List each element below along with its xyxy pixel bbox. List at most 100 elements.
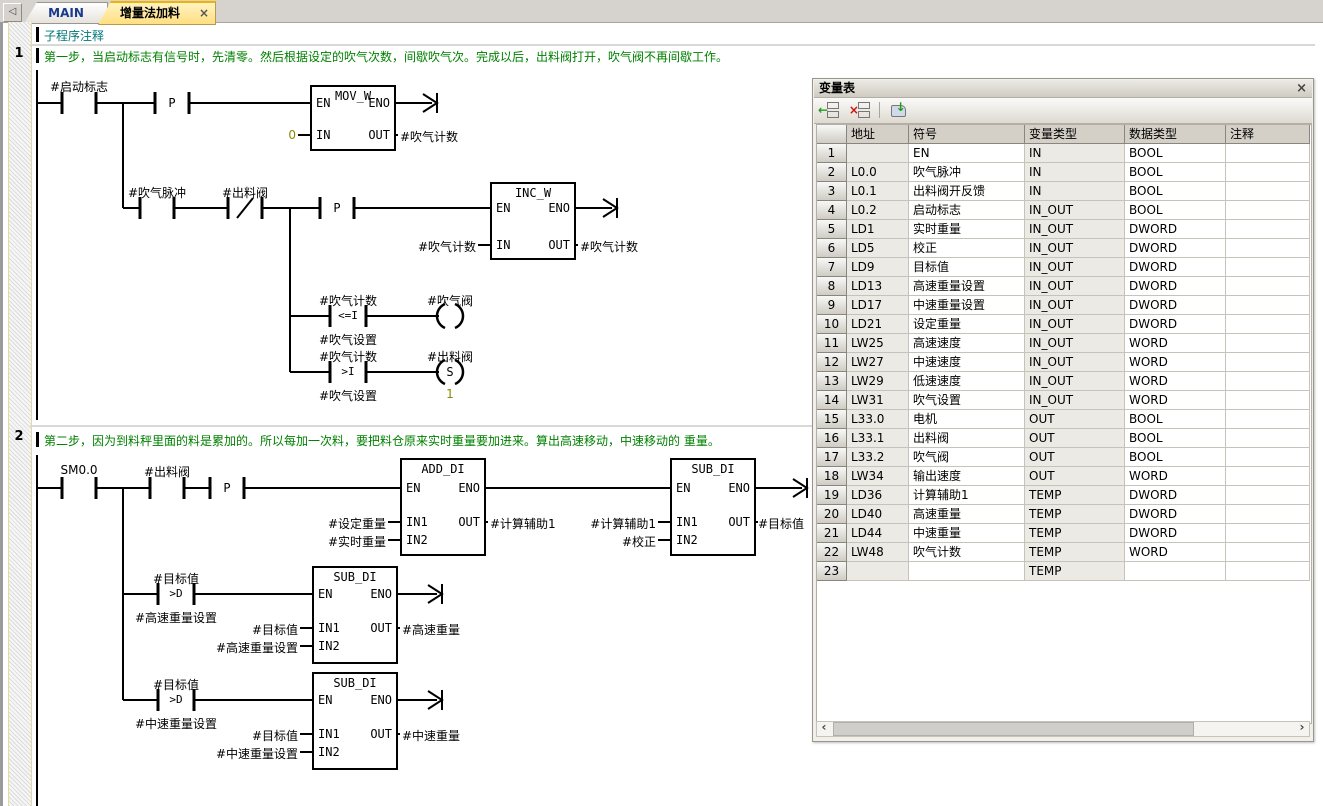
vartable-cell[interactable]: LW34 — [847, 467, 909, 486]
vartable-cell[interactable] — [1226, 467, 1310, 486]
vartable-cell[interactable]: 中速重量 — [909, 524, 1025, 543]
vartable-cell[interactable]: LW31 — [847, 391, 909, 410]
vartable-cell[interactable] — [1125, 562, 1226, 581]
vartable-cell[interactable]: 高速重量设置 — [909, 277, 1025, 296]
horizontal-scrollbar[interactable]: ‹ › — [816, 721, 1310, 737]
vartable-cell[interactable]: L33.1 — [847, 429, 909, 448]
vartable-cell[interactable]: LW25 — [847, 334, 909, 353]
vartable-cell[interactable]: 低速速度 — [909, 372, 1025, 391]
vartable-cell[interactable]: IN — [1025, 182, 1125, 201]
row-number-cell[interactable]: 13 — [817, 372, 847, 391]
vartable-cell[interactable]: DWORD — [1125, 505, 1226, 524]
vartable-cell[interactable]: DWORD — [1125, 258, 1226, 277]
compare-bottom-operand[interactable]: #吹气设置 — [288, 331, 408, 348]
row-number-cell[interactable]: 1 — [817, 144, 847, 163]
vartable-cell[interactable] — [1226, 410, 1310, 429]
row-number-cell[interactable]: 14 — [817, 391, 847, 410]
vartable-cell[interactable]: WORD — [1125, 467, 1226, 486]
instruction-box-sub1[interactable]: SUB_DI EN ENO IN1 OUT IN2 — [670, 458, 756, 556]
input-operand[interactable]: #目标值 — [188, 727, 298, 744]
input-operand[interactable]: #中速重量设置 — [188, 745, 298, 762]
compare-top-operand[interactable]: #目标值 — [116, 570, 236, 587]
row-number-cell[interactable]: 8 — [817, 277, 847, 296]
compare-bottom-operand[interactable]: #吹气设置 — [288, 387, 408, 404]
vartable-cell[interactable] — [1226, 391, 1310, 410]
vartable-cell[interactable]: LD44 — [847, 524, 909, 543]
vartable-cell[interactable]: IN — [1025, 144, 1125, 163]
vartable-cell[interactable]: LD21 — [847, 315, 909, 334]
variable-table-titlebar[interactable]: 变量表 × — [814, 80, 1312, 98]
apply-table-button[interactable]: ↓ — [889, 101, 911, 119]
vartable-cell[interactable]: OUT — [1025, 448, 1125, 467]
vartable-cell[interactable]: OUT — [1025, 410, 1125, 429]
vartable-cell[interactable]: 设定重量 — [909, 315, 1025, 334]
vartable-cell[interactable]: 中速重量设置 — [909, 296, 1025, 315]
row-number-cell[interactable]: 23 — [817, 562, 847, 581]
vartable-cell[interactable]: BOOL — [1125, 144, 1226, 163]
output-operand[interactable]: #高速重量 — [402, 621, 532, 638]
vartable-cell[interactable]: WORD — [1125, 391, 1226, 410]
vartable-cell[interactable]: IN_OUT — [1025, 334, 1125, 353]
vartable-cell[interactable]: WORD — [1125, 543, 1226, 562]
vartable-cell[interactable] — [1226, 201, 1310, 220]
vartable-cell[interactable] — [1226, 524, 1310, 543]
vartable-column-header[interactable]: 注释 — [1226, 125, 1310, 144]
vartable-cell[interactable]: IN_OUT — [1025, 258, 1125, 277]
input-operand[interactable]: #实时重量 — [276, 533, 386, 550]
vartable-cell[interactable]: TEMP — [1025, 543, 1125, 562]
coil-operand[interactable]: #吹气阀 — [390, 292, 510, 309]
vartable-cell[interactable]: WORD — [1125, 334, 1226, 353]
vartable-cell[interactable] — [847, 562, 909, 581]
vartable-cell[interactable] — [909, 562, 1025, 581]
vartable-cell[interactable]: IN_OUT — [1025, 239, 1125, 258]
vartable-cell[interactable]: IN_OUT — [1025, 220, 1125, 239]
vartable-cell[interactable]: 计算辅助1 — [909, 486, 1025, 505]
vartable-cell[interactable]: L0.1 — [847, 182, 909, 201]
contact-operand[interactable]: #启动标志 — [19, 78, 139, 95]
vartable-cell[interactable] — [1226, 239, 1310, 258]
row-number-cell[interactable]: 10 — [817, 315, 847, 334]
vartable-cell[interactable]: L33.2 — [847, 448, 909, 467]
vartable-cell[interactable] — [1226, 144, 1310, 163]
instruction-box-add[interactable]: ADD_DI EN ENO IN1 OUT IN2 — [400, 458, 486, 556]
vartable-cell[interactable] — [1226, 277, 1310, 296]
row-number-cell[interactable]: 18 — [817, 467, 847, 486]
vartable-cell[interactable] — [1226, 562, 1310, 581]
vartable-cell[interactable] — [1226, 182, 1310, 201]
vartable-cell[interactable] — [1226, 315, 1310, 334]
vartable-column-header[interactable]: 变量类型 — [1025, 125, 1125, 144]
contact-operand[interactable]: #出料阀 — [107, 463, 227, 480]
compare-operator[interactable]: >D — [156, 587, 196, 600]
vartable-column-header[interactable]: 符号 — [909, 125, 1025, 144]
vartable-cell[interactable]: LW29 — [847, 372, 909, 391]
compare-operator[interactable]: >I — [328, 365, 368, 378]
vartable-cell[interactable]: L0.0 — [847, 163, 909, 182]
vartable-cell[interactable] — [1226, 505, 1310, 524]
vartable-cell[interactable]: DWORD — [1125, 220, 1226, 239]
row-number-cell[interactable]: 20 — [817, 505, 847, 524]
vartable-cell[interactable]: 出料阀 — [909, 429, 1025, 448]
coil-operand[interactable]: #出料阀 — [390, 348, 510, 365]
vartable-cell[interactable]: 吹气脉冲 — [909, 163, 1025, 182]
contact-operand[interactable]: #出料阀 — [185, 184, 305, 201]
row-number-cell[interactable]: 2 — [817, 163, 847, 182]
vartable-cell[interactable]: DWORD — [1125, 315, 1226, 334]
constant-operand[interactable]: 0 — [266, 128, 296, 142]
vartable-cell[interactable]: WORD — [1125, 353, 1226, 372]
vartable-cell[interactable] — [1226, 296, 1310, 315]
vartable-cell[interactable]: LW48 — [847, 543, 909, 562]
row-number-cell[interactable]: 22 — [817, 543, 847, 562]
instruction-box-sub2[interactable]: SUB_DI EN ENO IN1 OUT IN2 — [312, 566, 398, 664]
vartable-cell[interactable]: 吹气阀 — [909, 448, 1025, 467]
vartable-cell[interactable]: LD36 — [847, 486, 909, 505]
vartable-cell[interactable] — [1226, 372, 1310, 391]
vartable-cell[interactable] — [847, 144, 909, 163]
row-number-cell[interactable]: 3 — [817, 182, 847, 201]
row-number-cell[interactable]: 9 — [817, 296, 847, 315]
positive-edge-contact[interactable]: P — [327, 201, 347, 215]
vartable-cell[interactable]: IN_OUT — [1025, 372, 1125, 391]
row-number-cell[interactable]: 11 — [817, 334, 847, 353]
vartable-cell[interactable]: LD5 — [847, 239, 909, 258]
output-operand[interactable]: #吹气计数 — [400, 128, 530, 145]
vartable-cell[interactable]: IN_OUT — [1025, 391, 1125, 410]
